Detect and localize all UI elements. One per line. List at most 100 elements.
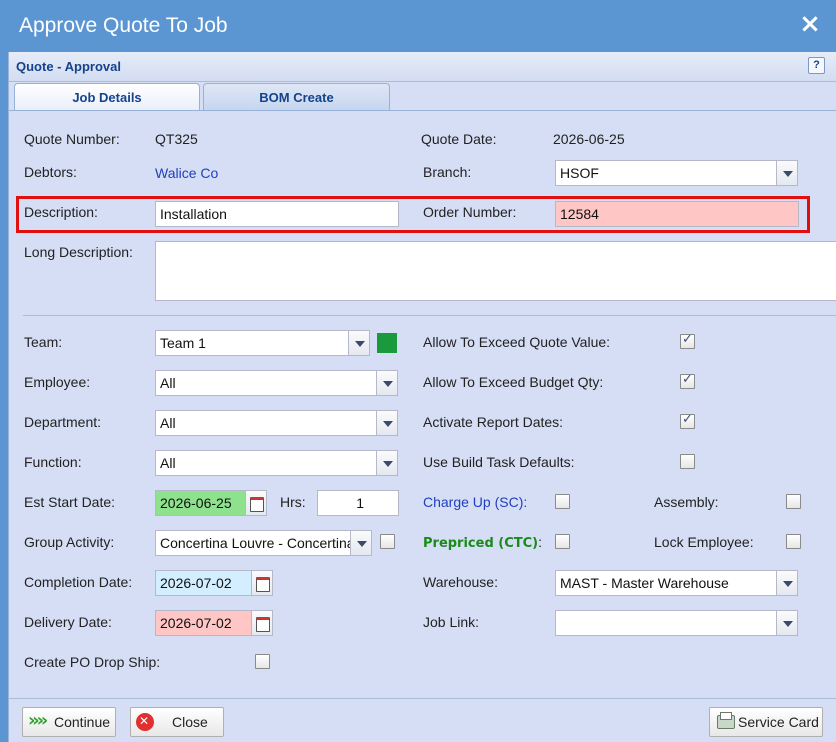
function-select[interactable]: All	[155, 450, 398, 476]
completion-date-label: Completion Date:	[24, 574, 133, 590]
description-input[interactable]: Installation	[155, 201, 399, 227]
close-icon[interactable]: ×	[799, 11, 821, 37]
chevron-down-icon[interactable]	[350, 531, 371, 555]
group-activity-select[interactable]: Concertina Louvre - Concertina	[155, 530, 372, 556]
chevron-down-icon[interactable]	[376, 411, 397, 435]
use-build-task-label: Use Build Task Defaults:	[423, 454, 575, 470]
branch-value: HSOF	[560, 165, 599, 181]
quote-date-value: 2026-06-25	[553, 131, 625, 147]
chevron-down-icon[interactable]	[776, 571, 797, 595]
charge-up-label[interactable]: Charge Up (SC):	[423, 494, 527, 510]
service-card-button[interactable]: Service Card	[709, 707, 823, 737]
tab-strip-divider	[9, 110, 836, 113]
long-description-textarea[interactable]	[155, 241, 836, 301]
job-link-label: Job Link:	[423, 614, 480, 630]
calendar-icon[interactable]	[251, 571, 272, 595]
department-select[interactable]: All	[155, 410, 398, 436]
warehouse-label: Warehouse:	[423, 574, 498, 590]
group-activity-checkbox[interactable]	[380, 534, 395, 549]
hrs-input[interactable]: 1	[317, 490, 399, 516]
use-build-task-checkbox[interactable]	[680, 454, 695, 469]
debtors-label: Debtors:	[24, 164, 77, 180]
prepriced-label-wrapper: Prepriced (CTC):	[423, 534, 542, 551]
panel-title: Quote - Approval	[16, 59, 121, 74]
long-description-label: Long Description:	[24, 244, 133, 260]
delivery-date-label: Delivery Date:	[24, 614, 112, 630]
continue-button[interactable]: Continue	[22, 707, 116, 737]
employee-select[interactable]: All	[155, 370, 398, 396]
order-number-label: Order Number:	[423, 204, 517, 220]
section-divider	[23, 315, 836, 316]
assembly-checkbox[interactable]	[786, 494, 801, 509]
completion-date-input[interactable]: 2026-07-02	[155, 570, 273, 596]
prepriced-label: Prepriced (CTC)	[423, 536, 539, 551]
lock-employee-checkbox[interactable]	[786, 534, 801, 549]
job-link-select[interactable]	[555, 610, 798, 636]
tab-job-details[interactable]: Job Details	[14, 83, 200, 111]
close-circle-icon	[136, 707, 154, 735]
function-label: Function:	[24, 454, 82, 470]
tab-bom-create[interactable]: BOM Create	[203, 83, 390, 111]
chevron-down-icon[interactable]	[776, 161, 797, 185]
hrs-label: Hrs:	[280, 494, 306, 510]
calendar-icon[interactable]	[251, 611, 272, 635]
panel-header: Quote - Approval ?	[9, 52, 836, 82]
create-po-checkbox[interactable]	[255, 654, 270, 669]
function-value: All	[160, 455, 176, 471]
chevron-down-icon[interactable]	[776, 611, 797, 635]
printer-icon	[715, 712, 735, 731]
lock-employee-label: Lock Employee:	[654, 534, 754, 550]
order-number-input[interactable]: 12584	[555, 201, 799, 227]
quote-number-label: Quote Number:	[24, 131, 120, 147]
allow-exceed-quote-label: Allow To Exceed Quote Value:	[423, 334, 611, 350]
charge-up-checkbox[interactable]	[555, 494, 570, 509]
prepriced-colon: :	[538, 534, 543, 550]
employee-label: Employee:	[24, 374, 91, 390]
chevron-down-icon[interactable]	[376, 451, 397, 475]
continue-icon	[28, 707, 48, 735]
department-value: All	[160, 415, 176, 431]
help-icon[interactable]: ?	[808, 57, 825, 74]
employee-value: All	[160, 375, 176, 391]
chevron-down-icon[interactable]	[376, 371, 397, 395]
delivery-date-input[interactable]: 2026-07-02	[155, 610, 273, 636]
warehouse-select[interactable]: MAST - Master Warehouse	[555, 570, 798, 596]
dialog-footer: Continue Close Service Card	[9, 698, 836, 742]
branch-label: Branch:	[423, 164, 472, 180]
close-button[interactable]: Close	[130, 707, 224, 737]
service-card-button-label: Service Card	[738, 714, 819, 730]
est-start-date-label: Est Start Date:	[24, 494, 116, 510]
allow-exceed-budget-checkbox[interactable]	[680, 372, 695, 389]
team-value: Team 1	[160, 335, 206, 351]
quote-date-label: Quote Date:	[421, 131, 497, 147]
group-activity-value: Concertina Louvre - Concertina	[160, 535, 355, 551]
group-activity-label: Group Activity:	[24, 534, 115, 550]
calendar-icon[interactable]	[245, 491, 266, 515]
activate-report-dates-label: Activate Report Dates:	[423, 414, 564, 430]
warehouse-value: MAST - Master Warehouse	[560, 575, 729, 591]
est-start-date-input[interactable]: 2026-06-25	[155, 490, 267, 516]
est-start-date-value: 2026-06-25	[160, 495, 232, 511]
allow-exceed-quote-checkbox[interactable]	[680, 332, 695, 349]
quote-approval-panel: Quote - Approval ? Job Details BOM Creat…	[8, 52, 836, 742]
assembly-label: Assembly:	[654, 494, 719, 510]
team-color-swatch	[377, 333, 397, 353]
description-label: Description:	[24, 204, 98, 220]
create-po-label: Create PO Drop Ship:	[24, 654, 161, 670]
activate-report-dates-checkbox[interactable]	[680, 412, 695, 429]
completion-date-value: 2026-07-02	[160, 575, 232, 591]
window-title: Approve Quote To Job	[19, 14, 228, 37]
prepriced-checkbox[interactable]	[555, 534, 570, 549]
quote-number-value: QT325	[155, 131, 198, 147]
window-titlebar: Approve Quote To Job ×	[0, 0, 836, 52]
department-label: Department:	[24, 414, 102, 430]
team-label: Team:	[24, 334, 63, 350]
chevron-down-icon[interactable]	[348, 331, 369, 355]
delivery-date-value: 2026-07-02	[160, 615, 232, 631]
branch-select[interactable]: HSOF	[555, 160, 798, 186]
team-select[interactable]: Team 1	[155, 330, 370, 356]
continue-button-label: Continue	[54, 714, 111, 730]
close-button-label: Close	[172, 714, 208, 730]
debtors-link[interactable]: Walice Co	[155, 165, 218, 181]
allow-exceed-budget-label: Allow To Exceed Budget Qty:	[423, 374, 604, 390]
